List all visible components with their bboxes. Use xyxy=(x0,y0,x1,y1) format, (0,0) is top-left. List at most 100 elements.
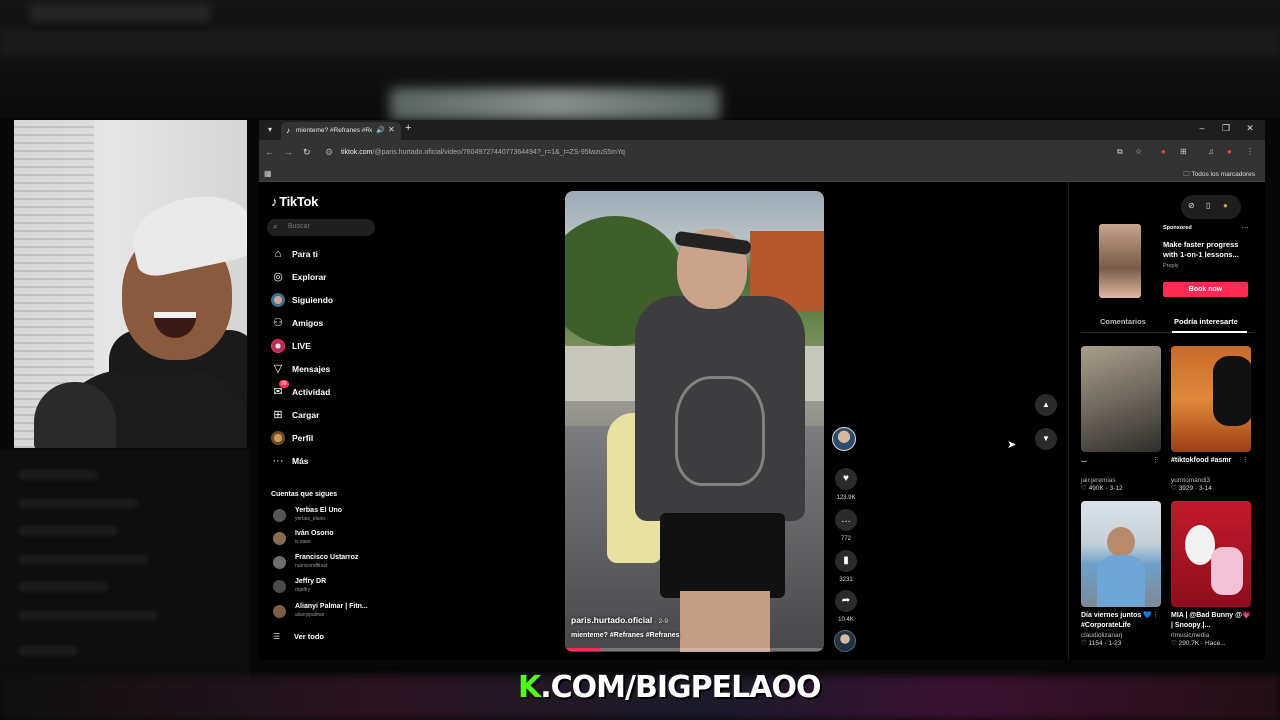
card-username[interactable]: rlmusicmedia xyxy=(1171,632,1251,639)
suggested-video-card[interactable]: #tiktokfood #asmr yumtomandi3 ♡ 3929 · 3… xyxy=(1171,346,1251,492)
bookmark-icon[interactable]: ▮ xyxy=(835,550,857,572)
account-username: yerbas_eluno xyxy=(295,516,326,522)
nav-label: Siguiendo xyxy=(292,295,334,305)
ad-thumbnail[interactable] xyxy=(1099,224,1141,298)
profile-avatar-icon[interactable]: ● xyxy=(1227,147,1232,156)
card-more-icon[interactable]: ⋮ xyxy=(1242,456,1249,464)
share-icon[interactable]: ➦ xyxy=(835,590,857,612)
comment-action[interactable]: … 772 xyxy=(831,509,861,542)
search-placeholder: Buscar xyxy=(288,223,310,230)
close-window-icon[interactable]: ✕ xyxy=(1244,123,1256,134)
suggested-video-card[interactable]: MIA | @Bad Bunny @💗 | Snoopy |... rlmusi… xyxy=(1171,501,1251,647)
video-progress-bar[interactable] xyxy=(565,648,824,651)
card-stats: ♡ 490K · 3-12 xyxy=(1081,485,1123,492)
comment-icon[interactable]: … xyxy=(835,509,857,531)
ad-more-icon[interactable]: ··· xyxy=(1241,223,1249,232)
tiktok-logo[interactable]: ♪ TikTok xyxy=(271,194,318,209)
tab-suggested[interactable]: Podría interesarte xyxy=(1174,317,1238,326)
nav-label: Explorar xyxy=(292,272,327,282)
ad-cta-button[interactable]: Book now xyxy=(1163,282,1248,297)
stream-url-banner: K.COM/BIGPELAOO xyxy=(518,670,821,706)
video-username[interactable]: paris.hurtado.oficial · 2-9 xyxy=(571,615,668,625)
video-thumbnail[interactable] xyxy=(1171,501,1251,607)
tiktok-note-icon: ♪ xyxy=(271,194,278,209)
video-thumbnail[interactable] xyxy=(1081,501,1161,607)
install-app-icon[interactable]: ⧉ xyxy=(1117,147,1123,157)
account-name: Jeffry DR xyxy=(295,578,327,585)
video-thumbnail[interactable] xyxy=(1081,346,1161,452)
back-icon[interactable]: ← xyxy=(265,147,274,157)
minimize-icon[interactable]: – xyxy=(1196,123,1208,133)
all-bookmarks-folder[interactable]: 🗀 Todos los marcadores xyxy=(1183,170,1255,181)
suggested-video-card[interactable]: Día viernes juntos 💙 #CorporateLife clau… xyxy=(1081,501,1161,647)
browser-menu-icon[interactable]: ⋮ xyxy=(1246,147,1254,156)
card-username[interactable]: yumtomandi3 xyxy=(1171,477,1251,484)
video-date: · 2-9 xyxy=(654,618,668,625)
card-more-icon[interactable]: ⋮ xyxy=(1152,456,1159,464)
video-thumbnail[interactable] xyxy=(1171,346,1251,452)
tab-search-icon[interactable]: ▾ xyxy=(263,123,277,137)
save-action[interactable]: ▮ 3231 xyxy=(831,550,861,583)
notification-badge: 99 xyxy=(279,380,289,388)
reload-icon[interactable]: ↻ xyxy=(303,147,311,158)
following-account[interactable]: Jeffry DR drjeffry xyxy=(273,577,383,597)
nav-label: Para ti xyxy=(292,249,318,259)
background-blur-bar xyxy=(0,30,1280,56)
restore-icon[interactable]: ❐ xyxy=(1220,123,1232,134)
previous-video-button[interactable]: ▲ xyxy=(1035,394,1057,416)
following-account[interactable]: Iván Osorio iv.vaan xyxy=(273,529,383,549)
media-control-icon[interactable]: ♫ xyxy=(1208,147,1214,156)
music-disc-avatar[interactable] xyxy=(834,630,856,652)
avatar xyxy=(273,509,286,522)
following-section-title: Cuentas que sigues xyxy=(271,491,338,498)
account-username: nutriciondfitust xyxy=(295,563,328,569)
search-icon: ⌕ xyxy=(273,222,278,231)
url-field[interactable]: tiktok.com/@paris.hurtado.oficial/video/… xyxy=(341,149,625,156)
bookmark-star-icon[interactable]: ☆ xyxy=(1135,147,1142,156)
card-more-icon[interactable]: ⋮ xyxy=(1242,611,1249,619)
forward-icon[interactable]: → xyxy=(284,147,293,157)
active-tab-indicator xyxy=(1172,331,1247,333)
like-action[interactable]: ♥ 123.9K xyxy=(831,468,861,501)
following-account[interactable]: Francisco Ustarroz nutriciondfitust xyxy=(273,553,383,573)
ghost-line xyxy=(18,582,108,592)
video-shirt-print xyxy=(675,376,765,486)
ad-sponsored-label: Sponsored xyxy=(1163,225,1192,231)
friends-icon: ⚇ xyxy=(273,317,283,329)
apps-grid-icon[interactable]: ▦ xyxy=(264,169,272,178)
background-blur-image xyxy=(390,88,720,120)
site-info-icon[interactable]: ⚙ xyxy=(325,147,333,158)
nav-label: Mensajes xyxy=(292,364,331,374)
extension-icon[interactable]: ● xyxy=(1161,147,1166,156)
speaker-icon[interactable]: 🔊 xyxy=(376,126,385,134)
new-tab-icon[interactable]: + xyxy=(405,122,411,134)
next-video-button[interactable]: ▼ xyxy=(1035,428,1057,450)
card-more-icon[interactable]: ⋮ xyxy=(1152,611,1159,619)
phone-icon[interactable]: ▯ xyxy=(1206,201,1210,210)
creator-avatar[interactable] xyxy=(832,427,856,451)
no-symbol-icon[interactable]: ⊘ xyxy=(1188,201,1195,210)
webcam-feed xyxy=(14,120,247,448)
video-player[interactable]: paris.hurtado.oficial · 2-9 mienteme? #R… xyxy=(565,191,824,652)
card-username[interactable]: claudiolizanarj xyxy=(1081,632,1161,639)
tab-comments[interactable]: Comentarios xyxy=(1100,317,1146,326)
close-tab-icon[interactable]: ✕ xyxy=(388,125,395,134)
extensions-puzzle-icon[interactable]: ⊞ xyxy=(1180,147,1187,156)
avatar xyxy=(273,580,286,593)
user-avatar-icon[interactable]: ● xyxy=(1223,201,1228,210)
card-username[interactable]: jair.jeremias xyxy=(1081,477,1161,484)
account-name: Iván Osorio xyxy=(295,530,334,537)
heart-icon[interactable]: ♥ xyxy=(835,468,857,490)
background-left-panel xyxy=(0,450,250,680)
tab-bar: ▾ ♪ mienteme? #Refranes #Ref 🔊 ✕ + – ❐ ✕ xyxy=(259,120,1265,140)
following-account[interactable]: Alianyi Palmar | Fitn... alianyipalmar xyxy=(273,602,383,622)
suggested-video-card[interactable]: ... jair.jeremias ♡ 490K · 3-12 ⋮ xyxy=(1081,346,1161,492)
live-icon xyxy=(271,339,285,353)
browser-window: ▾ ♪ mienteme? #Refranes #Ref 🔊 ✕ + – ❐ ✕… xyxy=(259,120,1265,660)
browser-tab[interactable]: ♪ mienteme? #Refranes #Ref 🔊 ✕ xyxy=(281,122,401,140)
avatar xyxy=(273,605,286,618)
snoopy-shape xyxy=(1211,547,1243,595)
share-action[interactable]: ➦ 10.4K xyxy=(831,590,861,623)
search-input[interactable]: ⌕ Buscar xyxy=(267,219,375,236)
following-account[interactable]: Yerbas El Uno yerbas_eluno xyxy=(273,506,383,526)
